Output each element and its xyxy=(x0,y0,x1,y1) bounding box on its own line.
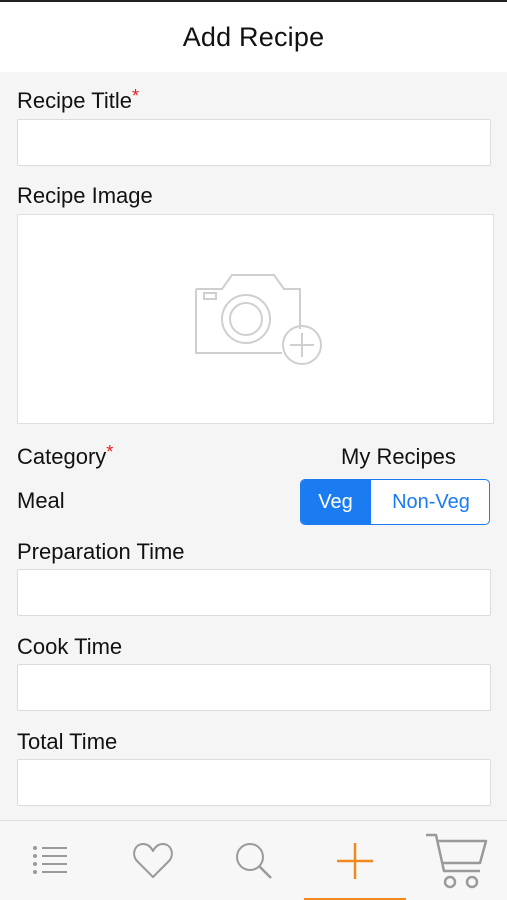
tab-add-recipe[interactable] xyxy=(304,821,406,900)
category-label-text: Category xyxy=(17,444,107,469)
tab-cart[interactable] xyxy=(406,821,507,900)
cook-time-label: Cook Time xyxy=(17,634,123,659)
meal-option-non-veg[interactable]: Non-Veg xyxy=(370,480,489,524)
cart-icon xyxy=(425,833,487,889)
navigation-bar: Add Recipe xyxy=(0,2,507,72)
tab-bar xyxy=(0,820,507,900)
required-mark: * xyxy=(131,86,139,106)
plus-icon xyxy=(337,843,373,879)
recipe-title-label-text: Recipe Title xyxy=(17,88,132,113)
tab-search[interactable] xyxy=(204,821,304,900)
meal-option-veg[interactable]: Veg xyxy=(301,480,370,524)
total-time-input[interactable] xyxy=(17,759,491,806)
cook-time-input[interactable] xyxy=(17,664,491,711)
total-time-label: Total Time xyxy=(17,729,118,754)
required-mark: * xyxy=(106,442,114,462)
page-title: Add Recipe xyxy=(182,21,325,52)
heart-icon xyxy=(133,843,173,878)
tab-favorites[interactable] xyxy=(102,821,204,900)
tab-list[interactable] xyxy=(0,821,102,900)
recipe-title-label: Recipe Title* xyxy=(17,86,139,114)
category-value[interactable]: My Recipes xyxy=(341,444,456,470)
preparation-time-input[interactable] xyxy=(17,569,491,616)
category-label: Category* xyxy=(17,442,114,470)
recipe-image-label: Recipe Image xyxy=(17,183,153,208)
search-icon xyxy=(236,843,272,879)
recipe-image-picker[interactable] xyxy=(17,214,494,424)
meal-segmented-control: Veg Non-Veg xyxy=(300,479,490,525)
recipe-title-input[interactable] xyxy=(17,119,491,166)
add-photo-camera-icon xyxy=(195,274,322,365)
preparation-time-label: Preparation Time xyxy=(17,539,185,564)
list-icon xyxy=(33,846,67,874)
meal-label: Meal xyxy=(17,488,65,513)
